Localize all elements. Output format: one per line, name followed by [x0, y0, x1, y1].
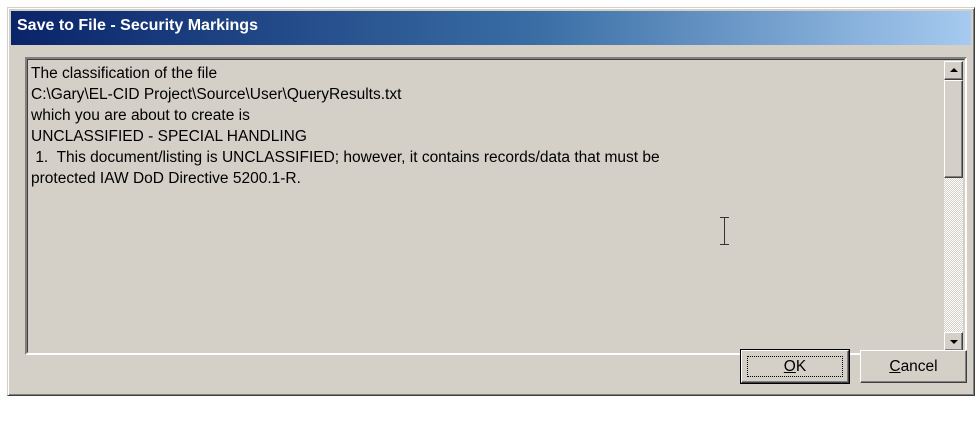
vertical-scrollbar[interactable] [944, 61, 963, 351]
ok-button-label: OK [783, 358, 807, 375]
arrow-up-icon [950, 68, 958, 72]
message-line: C:\Gary\EL-CID Project\Source\User\Query… [31, 86, 402, 103]
arrow-down-icon [950, 340, 958, 344]
message-line: 1. This document/listing is UNCLASSIFIED… [31, 149, 660, 166]
scrollbar-thumb[interactable] [944, 80, 963, 178]
title-bar[interactable]: Save to File - Security Markings [11, 11, 971, 45]
scroll-down-button[interactable] [944, 332, 963, 351]
text-cursor-icon [720, 217, 729, 245]
message-line: UNCLASSIFIED - SPECIAL HANDLING [31, 128, 307, 145]
cancel-button[interactable]: Cancel [860, 350, 967, 383]
message-content: The classification of the file C:\Gary\E… [31, 63, 941, 351]
message-line: protected IAW DoD Directive 5200.1-R. [31, 170, 301, 187]
scroll-up-button[interactable] [944, 61, 963, 80]
message-line: The classification of the file [31, 65, 218, 82]
message-textbox[interactable]: The classification of the file C:\Gary\E… [25, 57, 967, 355]
security-markings-dialog: Save to File - Security Markings The cla… [7, 7, 975, 396]
cancel-button-label: Cancel [889, 358, 938, 375]
message-line: which you are about to create is [31, 107, 250, 124]
ok-button[interactable]: OK [740, 349, 850, 384]
window-title: Save to File - Security Markings [17, 17, 258, 34]
